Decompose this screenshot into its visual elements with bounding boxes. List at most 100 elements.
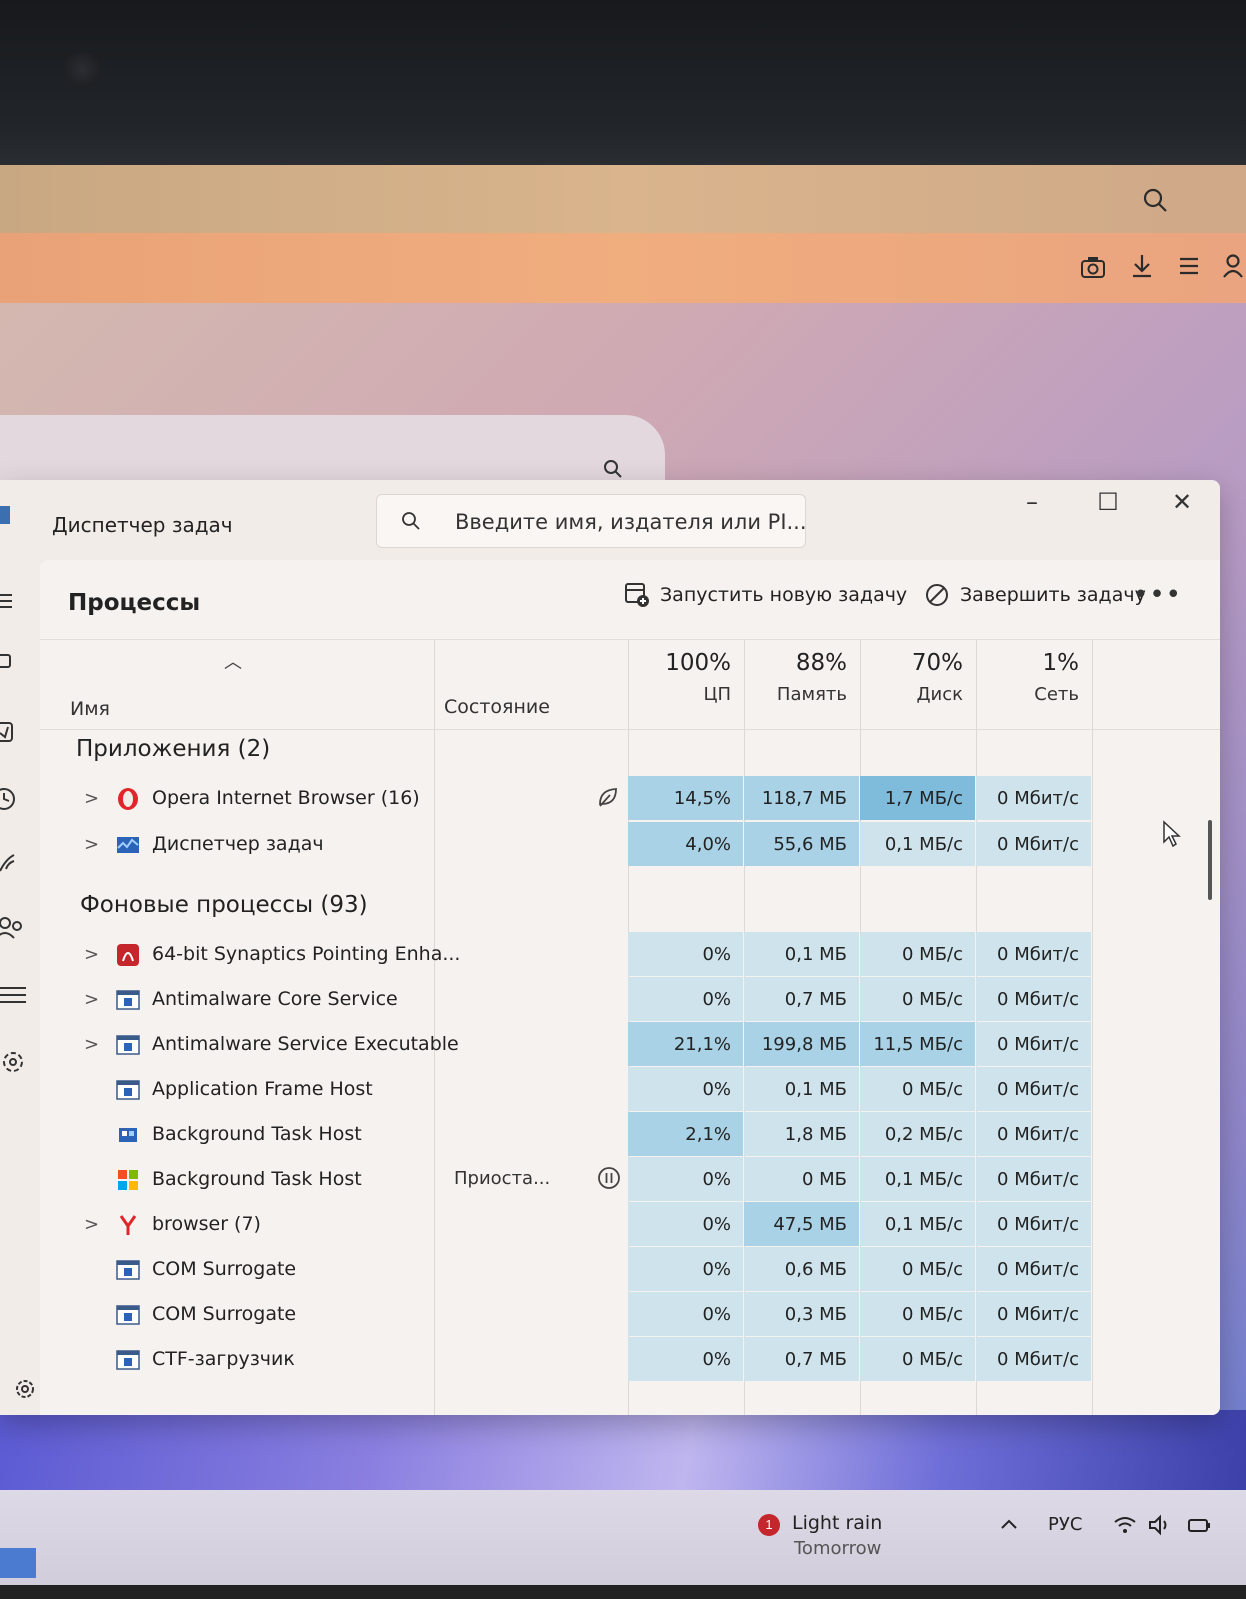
browser-search-icon[interactable] (1142, 187, 1168, 213)
process-name: Opera Internet Browser (16) (152, 787, 420, 809)
end-task-label: Завершить задачу (960, 584, 1146, 606)
title-bar: Диспетчер задач Введите имя, издателя ил… (0, 480, 1220, 552)
cpu-cell: 0% (628, 932, 743, 976)
expand-chevron-icon[interactable]: > (84, 834, 99, 855)
network-cell: 0 Мбит/с (976, 776, 1091, 820)
camera-icon[interactable] (1080, 255, 1106, 279)
group-header-background: Фоновые процессы (93) (80, 892, 368, 918)
table-row[interactable]: COM Surrogate 0% 0,6 МБ 0 МБ/с 0 Мбит/с (40, 1247, 1220, 1291)
volume-icon[interactable] (1146, 1512, 1172, 1538)
cpu-cell: 4,0% (628, 822, 743, 866)
cpu-cell: 0% (628, 1157, 743, 1201)
users-icon[interactable] (0, 914, 30, 944)
disk-cell: 0 МБ/с (860, 932, 975, 976)
disk-cell: 0 МБ/с (860, 1292, 975, 1336)
network-cell: 0 Мбит/с (976, 1022, 1091, 1066)
close-button[interactable]: ✕ (1162, 488, 1202, 516)
profile-icon[interactable] (1222, 253, 1244, 279)
disk-cell: 0,1 МБ/с (860, 1157, 975, 1201)
memory-cell: 118,7 МБ (744, 776, 859, 820)
expand-chevron-icon[interactable]: > (84, 944, 99, 965)
taskbar (0, 1490, 1246, 1599)
process-name: 64-bit Synaptics Pointing Enha... (152, 943, 461, 965)
search-icon (604, 460, 622, 478)
column-cpu-header[interactable]: 100% ЦП (628, 650, 743, 705)
memory-total: 88% (795, 650, 847, 676)
column-network-header[interactable]: 1% Сеть (976, 650, 1091, 705)
window-app-icon (116, 1303, 140, 1327)
table-row[interactable]: Background Task Host 2,1% 1,8 МБ 0,2 МБ/с 0 … (40, 1112, 1220, 1156)
process-name: CTF-загрузчик (152, 1348, 295, 1370)
wifi-icon[interactable] (1112, 1512, 1138, 1538)
window-app-icon (116, 988, 140, 1012)
search-input[interactable]: Введите имя, издателя или PI... (376, 494, 807, 548)
run-new-task-button[interactable]: Запустить новую задачу (624, 582, 907, 608)
column-disk-header[interactable]: 70% Диск (860, 650, 975, 705)
table-row[interactable]: Background Task Host Приоста... 0% 0 МБ 0,1 … (40, 1157, 1220, 1201)
menu-icon[interactable] (1177, 254, 1201, 278)
table-row[interactable]: >64-bit Synaptics Pointing Enha... 0% 0,1 … (40, 932, 1220, 976)
network-cell: 0 Мбит/с (976, 1067, 1091, 1111)
column-status-header[interactable]: Состояние (444, 696, 550, 718)
background-task-icon (116, 1123, 140, 1147)
startup-icon[interactable] (0, 849, 30, 879)
disk-cell: 0 МБ/с (860, 977, 975, 1021)
windows-logo-icon (116, 1168, 140, 1192)
webcam (64, 52, 100, 88)
maximize-button[interactable]: ☐ (1088, 488, 1128, 516)
table-row[interactable]: > Antimalware Core Service 0% 0,7 МБ 0 МБ/с 0… (40, 977, 1220, 1021)
weather-badge: 1 (758, 1514, 780, 1536)
download-icon[interactable] (1130, 253, 1154, 279)
settings-icon[interactable] (10, 1374, 40, 1404)
disk-cell: 0 МБ/с (860, 1247, 975, 1291)
end-task-button[interactable]: Завершить задачу (924, 582, 1146, 608)
column-memory-header[interactable]: 88% Память (744, 650, 859, 705)
navigation-sidebar (0, 552, 40, 1415)
network-cell: 0 Мбит/с (976, 1337, 1091, 1381)
history-icon[interactable] (0, 784, 30, 814)
performance-icon[interactable] (0, 717, 30, 747)
expand-chevron-icon[interactable]: > (84, 1214, 99, 1235)
table-row[interactable]: > browser (7) 0% 47,5 МБ 0,1 МБ/с 0 Мбит/с (40, 1202, 1220, 1246)
memory-cell: 0,7 МБ (744, 977, 859, 1021)
process-name: Background Task Host (152, 1123, 362, 1145)
processes-icon[interactable] (0, 647, 30, 677)
end-task-icon (926, 584, 948, 606)
table-row[interactable]: Application Frame Host 0% 0,1 МБ 0 МБ/с 0 Мб… (40, 1067, 1220, 1111)
memory-cell: 0,7 МБ (744, 1337, 859, 1381)
cpu-cell: 21,1% (628, 1022, 743, 1066)
page-title: Процессы (68, 590, 201, 616)
memory-cell: 0,6 МБ (744, 1247, 859, 1291)
memory-cell: 0,1 МБ (744, 1067, 859, 1111)
table-row[interactable]: COM Surrogate 0% 0,3 МБ 0 МБ/с 0 Мбит/с (40, 1292, 1220, 1336)
chevron-up-icon[interactable] (996, 1512, 1022, 1538)
column-name-header[interactable]: Имя (70, 698, 110, 720)
vertical-scrollbar[interactable] (1208, 820, 1212, 900)
hamburger-icon[interactable] (0, 587, 30, 617)
sort-chevron-icon[interactable]: ︿ (224, 648, 242, 674)
search-icon (402, 512, 420, 530)
window-app-icon (116, 1078, 140, 1102)
browser-search-box[interactable] (0, 415, 665, 485)
cpu-cell: 2,1% (628, 1112, 743, 1156)
services-icon[interactable] (0, 1047, 30, 1077)
table-row[interactable]: > Antimalware Service Executable 21,1% 199,… (40, 1022, 1220, 1066)
expand-chevron-icon[interactable]: > (84, 1034, 99, 1055)
battery-icon[interactable] (1186, 1512, 1212, 1538)
network-total: 1% (1042, 650, 1080, 676)
language-indicator[interactable]: РУС (1048, 1514, 1082, 1535)
disk-label: Диск (916, 684, 963, 705)
table-row[interactable]: > Диспетчер задач 4,0% 55,6 МБ 0,1 МБ/с 0 Мби… (40, 822, 1220, 866)
details-icon[interactable] (0, 980, 30, 1010)
more-options-button[interactable]: ••• (1133, 580, 1182, 610)
process-name: Диспетчер задач (152, 833, 324, 855)
memory-cell: 47,5 МБ (744, 1202, 859, 1246)
taskbar-task-manager-icon[interactable] (0, 1548, 36, 1578)
window-app-icon (116, 1258, 140, 1282)
expand-chevron-icon[interactable]: > (84, 989, 99, 1010)
table-row[interactable]: CTF-загрузчик 0% 0,7 МБ 0 МБ/с 0 Мбит/с (40, 1337, 1220, 1381)
expand-chevron-icon[interactable]: > (84, 788, 99, 809)
table-row[interactable]: > Opera Internet Browser (16) 14,5% 118,7 М… (40, 776, 1220, 820)
network-cell: 0 Мбит/с (976, 932, 1091, 976)
minimize-button[interactable]: – (1012, 488, 1052, 516)
